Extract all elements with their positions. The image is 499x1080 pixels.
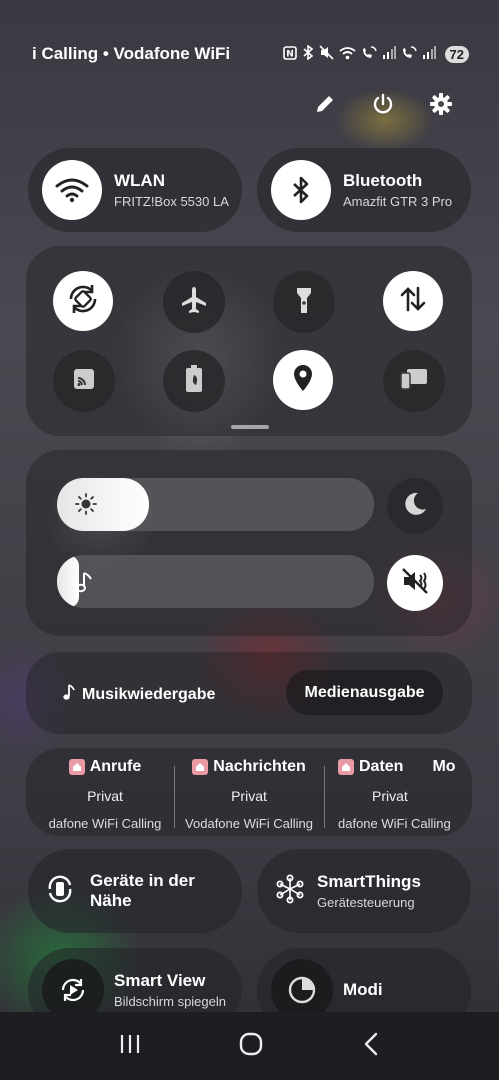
smartthings-text: SmartThings Gerätesteuerung bbox=[317, 872, 421, 910]
signal-icon bbox=[382, 46, 396, 62]
top-actions bbox=[313, 92, 453, 116]
nearby-devices-icon bbox=[44, 873, 76, 910]
data-profile[interactable]: Daten Mo Privat dafone WiFi Calling bbox=[330, 758, 458, 831]
status-icons: N 72 bbox=[282, 44, 469, 63]
wifi-calling-2-icon bbox=[401, 45, 417, 63]
messages-profile-carrier: Vodafone WiFi Calling bbox=[185, 816, 313, 831]
flashlight-toggle[interactable] bbox=[273, 271, 335, 333]
auto-rotate-icon bbox=[65, 281, 101, 322]
bluetooth-toggle[interactable] bbox=[271, 160, 331, 220]
messages-profile[interactable]: Nachrichten Privat Vodafone WiFi Calling bbox=[176, 758, 322, 831]
wlan-title: WLAN bbox=[114, 171, 165, 190]
smartthings-icon bbox=[275, 874, 305, 909]
settings-icon[interactable] bbox=[429, 92, 453, 116]
modes-title: Modi bbox=[343, 980, 383, 999]
nfc-icon: N bbox=[282, 45, 297, 63]
battery-indicator: 72 bbox=[444, 45, 469, 63]
wlan-text: WLAN FRITZ!Box 5530 LA bbox=[114, 171, 229, 209]
auto-rotate-toggle[interactable] bbox=[53, 271, 113, 331]
messages-profile-sim: Privat bbox=[231, 788, 267, 804]
panel-handle[interactable] bbox=[231, 425, 269, 429]
airplane-mode-toggle[interactable] bbox=[163, 271, 225, 333]
media-label-text: Musikwiedergabe bbox=[82, 685, 216, 703]
calls-profile-sim: Privat bbox=[87, 788, 123, 804]
modes-text: Modi bbox=[343, 980, 383, 1000]
status-carrier: i Calling • Vodafone WiFi bbox=[32, 44, 231, 63]
vibrate-mute-icon bbox=[400, 566, 430, 601]
volume-slider[interactable] bbox=[57, 555, 374, 608]
media-label: Musikwiedergabe bbox=[62, 683, 215, 706]
divider bbox=[174, 766, 175, 828]
wifi-toggle[interactable] bbox=[42, 160, 102, 220]
calls-profile-carrier: dafone WiFi Calling bbox=[48, 816, 162, 831]
smartthings-tile[interactable]: SmartThings Gerätesteuerung bbox=[257, 849, 471, 933]
flashlight-icon bbox=[294, 284, 314, 321]
messages-profile-header: Nachrichten bbox=[213, 758, 306, 775]
sound-mode-button[interactable] bbox=[387, 555, 443, 611]
brightness-icon bbox=[75, 493, 97, 520]
media-output-button[interactable]: Medienausgabe bbox=[286, 670, 443, 715]
music-note-icon bbox=[75, 570, 95, 599]
brightness-slider-fill bbox=[57, 478, 149, 531]
second-screen-icon bbox=[399, 367, 429, 396]
brightness-slider[interactable] bbox=[57, 478, 374, 531]
cast-icon bbox=[71, 366, 97, 397]
smart-view-subtitle: Bildschirm spiegeln bbox=[114, 994, 226, 1009]
mute-icon bbox=[318, 45, 334, 63]
data-profile-header: Daten bbox=[359, 758, 404, 775]
location-icon bbox=[291, 363, 315, 398]
smartthings-title: SmartThings bbox=[317, 872, 421, 891]
bluetooth-icon bbox=[302, 44, 314, 63]
music-note-icon bbox=[62, 683, 76, 706]
smart-view-title: Smart View bbox=[114, 971, 206, 990]
home-icon bbox=[68, 759, 85, 775]
smartthings-subtitle: Gerätesteuerung bbox=[317, 895, 415, 910]
power-saving-toggle[interactable] bbox=[163, 350, 225, 412]
bluetooth-subtitle: Amazfit GTR 3 Pro bbox=[343, 194, 453, 209]
data-profile-carrier: dafone WiFi Calling bbox=[338, 816, 451, 831]
more-profile-header: Mo bbox=[432, 758, 456, 775]
wlan-tile[interactable]: WLAN FRITZ!Box 5530 LA bbox=[28, 148, 242, 232]
status-bar: i Calling • Vodafone WiFi N 72 bbox=[32, 40, 469, 68]
home-button-icon[interactable] bbox=[238, 1031, 264, 1062]
wifi-icon bbox=[338, 46, 356, 63]
power-icon[interactable] bbox=[371, 92, 395, 116]
smart-view-text: Smart View Bildschirm spiegeln bbox=[114, 971, 226, 1009]
wlan-subtitle: FRITZ!Box 5530 LA bbox=[114, 194, 229, 209]
bluetooth-tile[interactable]: Bluetooth Amazfit GTR 3 Pro bbox=[257, 148, 471, 232]
divider bbox=[324, 766, 325, 828]
night-mode-button[interactable] bbox=[387, 478, 443, 534]
navigation-bar bbox=[0, 1012, 499, 1080]
nearby-devices-text: Geräte in der Nähe bbox=[90, 871, 210, 911]
nearby-devices-tile[interactable]: Geräte in der Nähe bbox=[28, 849, 242, 933]
moon-icon bbox=[401, 490, 429, 523]
signal-2-icon bbox=[422, 46, 436, 62]
bluetooth-text: Bluetooth Amazfit GTR 3 Pro bbox=[343, 171, 452, 209]
data-profile-sim: Privat bbox=[372, 788, 408, 804]
mobile-data-toggle[interactable] bbox=[383, 271, 443, 331]
calls-profile-header: Anrufe bbox=[89, 758, 142, 775]
wifi-calling-icon bbox=[361, 45, 377, 63]
home-icon bbox=[192, 759, 209, 775]
mobile-data-icon bbox=[398, 284, 428, 319]
svg-text:N: N bbox=[286, 49, 294, 59]
calls-profile[interactable]: Anrufe Privat dafone WiFi Calling bbox=[30, 758, 180, 831]
airplane-icon bbox=[179, 285, 209, 320]
edit-icon[interactable] bbox=[313, 92, 337, 116]
second-screen-toggle[interactable] bbox=[383, 350, 445, 412]
location-toggle[interactable] bbox=[273, 350, 333, 410]
battery-leaf-icon bbox=[183, 364, 205, 399]
cast-toggle[interactable] bbox=[53, 350, 115, 412]
nearby-devices-title: Geräte in der Nähe bbox=[90, 871, 195, 910]
home-icon bbox=[338, 759, 354, 775]
back-icon[interactable] bbox=[361, 1031, 381, 1062]
bluetooth-title: Bluetooth bbox=[343, 171, 423, 190]
recent-apps-icon[interactable] bbox=[118, 1033, 142, 1060]
